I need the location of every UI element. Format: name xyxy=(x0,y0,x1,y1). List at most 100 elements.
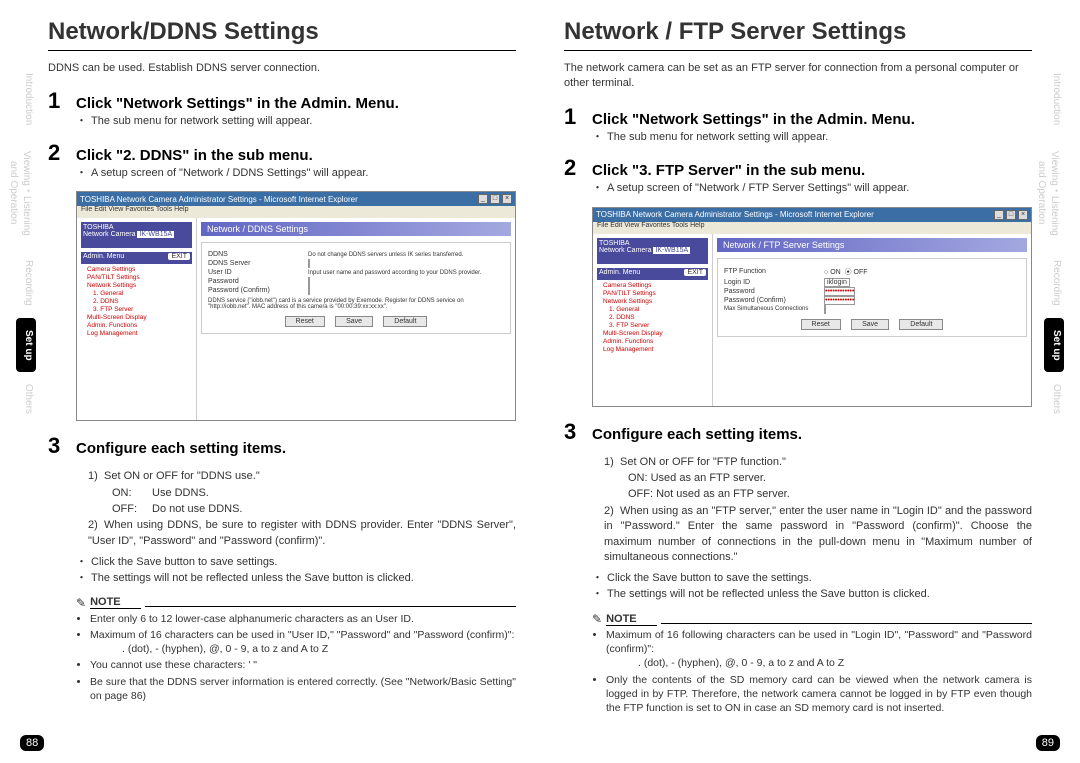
step-1-left: 1 Click "Network Settings" in the Admin.… xyxy=(48,88,516,129)
page-number-88: 88 xyxy=(20,735,44,751)
max-conn-select[interactable] xyxy=(824,305,826,314)
reset-button[interactable]: Reset xyxy=(285,316,325,327)
sidelink-pantilt[interactable]: PAN/TILT Settings xyxy=(87,274,192,281)
step-title: Click "Network Settings" in the Admin. M… xyxy=(592,111,915,128)
save-note2: The settings will not be reflected unles… xyxy=(607,587,930,602)
step-title: Click "3. FTP Server" in the sub menu. xyxy=(592,162,865,179)
save-button[interactable]: Save xyxy=(335,316,373,327)
intro-ddns: DDNS can be used. Establish DDNS server … xyxy=(48,61,516,76)
password-confirm-input[interactable] xyxy=(308,286,310,295)
intro-ftp: The network camera can be set as an FTP … xyxy=(564,61,1032,92)
sidelink-ftp[interactable]: 3. FTP Server xyxy=(609,322,708,329)
section-title-ftp: Network / FTP Server Settings xyxy=(564,18,1032,51)
note-label: NOTE xyxy=(90,596,141,609)
ftp-form: FTP Function○ ON ⦿ OFF Login IDiklogin P… xyxy=(717,258,1027,337)
sidelink-ftp[interactable]: 3. FTP Server xyxy=(93,306,192,313)
tab-others: Others xyxy=(1044,372,1064,426)
login-id-input[interactable]: iklogin xyxy=(824,278,850,287)
page-number-89: 89 xyxy=(1036,735,1060,751)
side-tabs-left: Introduction Viewing・Listening and Opera… xyxy=(16,60,36,426)
ss-menubar: File Edit View Favorites Tools Help xyxy=(77,206,515,218)
window-controls[interactable]: _□× xyxy=(478,194,512,204)
section-title-ddns: Network/DDNS Settings xyxy=(48,18,516,51)
step-title: Configure each setting items. xyxy=(76,440,286,457)
step-title: Click "2. DDNS" in the sub menu. xyxy=(76,147,313,164)
sidelink-ddns[interactable]: 2. DDNS xyxy=(609,314,708,321)
side-tabs-right: Introduction Viewing・Listening and Opera… xyxy=(1044,60,1064,426)
ddns-server-input[interactable] xyxy=(308,259,310,268)
page-spread: Introduction Viewing・Listening and Opera… xyxy=(0,0,1080,763)
window-controls[interactable]: _□× xyxy=(994,210,1028,220)
step-body: A setup screen of "Network / FTP Server … xyxy=(607,181,909,196)
sidelink-camera[interactable]: Camera Settings xyxy=(87,266,192,273)
step-body: The sub menu for network setting will ap… xyxy=(607,130,828,145)
sidelink-pantilt[interactable]: PAN/TILT Settings xyxy=(603,290,708,297)
exit-button[interactable]: EXIT xyxy=(168,253,190,260)
exit-button[interactable]: EXIT xyxy=(684,269,706,276)
sidelink-camera[interactable]: Camera Settings xyxy=(603,282,708,289)
page-89: Introduction Viewing・Listening and Opera… xyxy=(540,0,1080,763)
step-num: 1 xyxy=(564,104,584,130)
note-box-left: ✎ NOTE Enter only 6 to 12 lower-case alp… xyxy=(76,596,516,703)
password-confirm-input[interactable]: •••••••••••• xyxy=(824,296,855,305)
tab-viewing: Viewing・Listening and Operation xyxy=(1044,138,1064,248)
step-num: 3 xyxy=(564,419,584,445)
sidelink-network[interactable]: Network Settings xyxy=(87,282,192,289)
ss-sidebar: TOSHIBA Network Camera IK-WB15A Admin. M… xyxy=(593,234,713,406)
step-3-right: 3 Configure each setting items. xyxy=(564,419,1032,445)
default-button[interactable]: Default xyxy=(383,316,427,327)
save-note2: The settings will not be reflected unles… xyxy=(91,571,414,586)
screenshot-ftp: TOSHIBA Network Camera Administrator Set… xyxy=(592,207,1032,407)
sidelink-log[interactable]: Log Management xyxy=(603,346,708,353)
tab-recording: Recording xyxy=(1044,248,1064,318)
pencil-icon: ✎ xyxy=(76,596,86,610)
ss-logo: TOSHIBA Network Camera IK-WB15A xyxy=(81,222,192,248)
content-title: Network / DDNS Settings xyxy=(201,222,511,236)
tab-viewing: Viewing・Listening and Operation xyxy=(16,138,36,248)
pencil-icon: ✎ xyxy=(592,612,602,626)
tab-setup: Set up xyxy=(16,318,36,372)
save-note: Click the Save button to save the settin… xyxy=(607,571,812,586)
step-num: 3 xyxy=(48,433,68,459)
save-button[interactable]: Save xyxy=(851,319,889,330)
ss-sidebar: TOSHIBA Network Camera IK-WB15A Admin. M… xyxy=(77,218,197,420)
step-num: 1 xyxy=(48,88,68,114)
detail-list-right: 1)Set ON or OFF for "FTP function." ON: … xyxy=(604,455,1032,566)
tab-introduction: Introduction xyxy=(16,60,36,138)
page-88: Introduction Viewing・Listening and Opera… xyxy=(0,0,540,763)
tab-others: Others xyxy=(16,372,36,426)
password-input[interactable] xyxy=(308,277,310,286)
password-input[interactable]: •••••••••••• xyxy=(824,287,855,296)
radio-on[interactable]: ○ ON xyxy=(824,269,841,276)
detail-list-left: 1)Set ON or OFF for "DDNS use." ON:Use D… xyxy=(88,469,516,549)
default-button[interactable]: Default xyxy=(899,319,943,330)
tab-setup: Set up xyxy=(1044,318,1064,372)
step-2-left: 2 Click "2. DDNS" in the sub menu. A set… xyxy=(48,140,516,181)
sidelink-multiscreen[interactable]: Multi-Screen Display xyxy=(603,330,708,337)
sidelink-adminfn[interactable]: Admin. Functions xyxy=(603,338,708,345)
sidelink-network[interactable]: Network Settings xyxy=(603,298,708,305)
content-title: Network / FTP Server Settings xyxy=(717,238,1027,252)
note-box-right: ✎ NOTE Maximum of 16 following character… xyxy=(592,612,1032,715)
ss-title: TOSHIBA Network Camera Administrator Set… xyxy=(80,195,358,204)
tab-recording: Recording xyxy=(16,248,36,318)
step-3-left: 3 Configure each setting items. xyxy=(48,433,516,459)
sidelink-general[interactable]: 1. General xyxy=(93,290,192,297)
reset-button[interactable]: Reset xyxy=(801,319,841,330)
sidelink-log[interactable]: Log Management xyxy=(87,330,192,337)
step-body: A setup screen of "Network / DDNS Settin… xyxy=(76,166,516,181)
sidelink-ddns[interactable]: 2. DDNS xyxy=(93,298,192,305)
step-num: 2 xyxy=(48,140,68,166)
screenshot-ddns: TOSHIBA Network Camera Administrator Set… xyxy=(76,191,516,421)
sidelink-multiscreen[interactable]: Multi-Screen Display xyxy=(87,314,192,321)
step-title: Configure each setting items. xyxy=(592,426,802,443)
step-body: The sub menu for network setting will ap… xyxy=(76,114,516,129)
step-2-right: 2 Click "3. FTP Server" in the sub menu.… xyxy=(564,155,1032,196)
sidelink-general[interactable]: 1. General xyxy=(609,306,708,313)
radio-off[interactable]: ⦿ OFF xyxy=(845,269,868,276)
sidelink-adminfn[interactable]: Admin. Functions xyxy=(87,322,192,329)
ss-logo: TOSHIBA Network Camera IK-WB15A xyxy=(597,238,708,264)
step-1-right: 1 Click "Network Settings" in the Admin.… xyxy=(564,104,1032,145)
ss-menubar: File Edit View Favorites Tools Help xyxy=(593,222,1031,234)
note-label: NOTE xyxy=(606,613,657,626)
